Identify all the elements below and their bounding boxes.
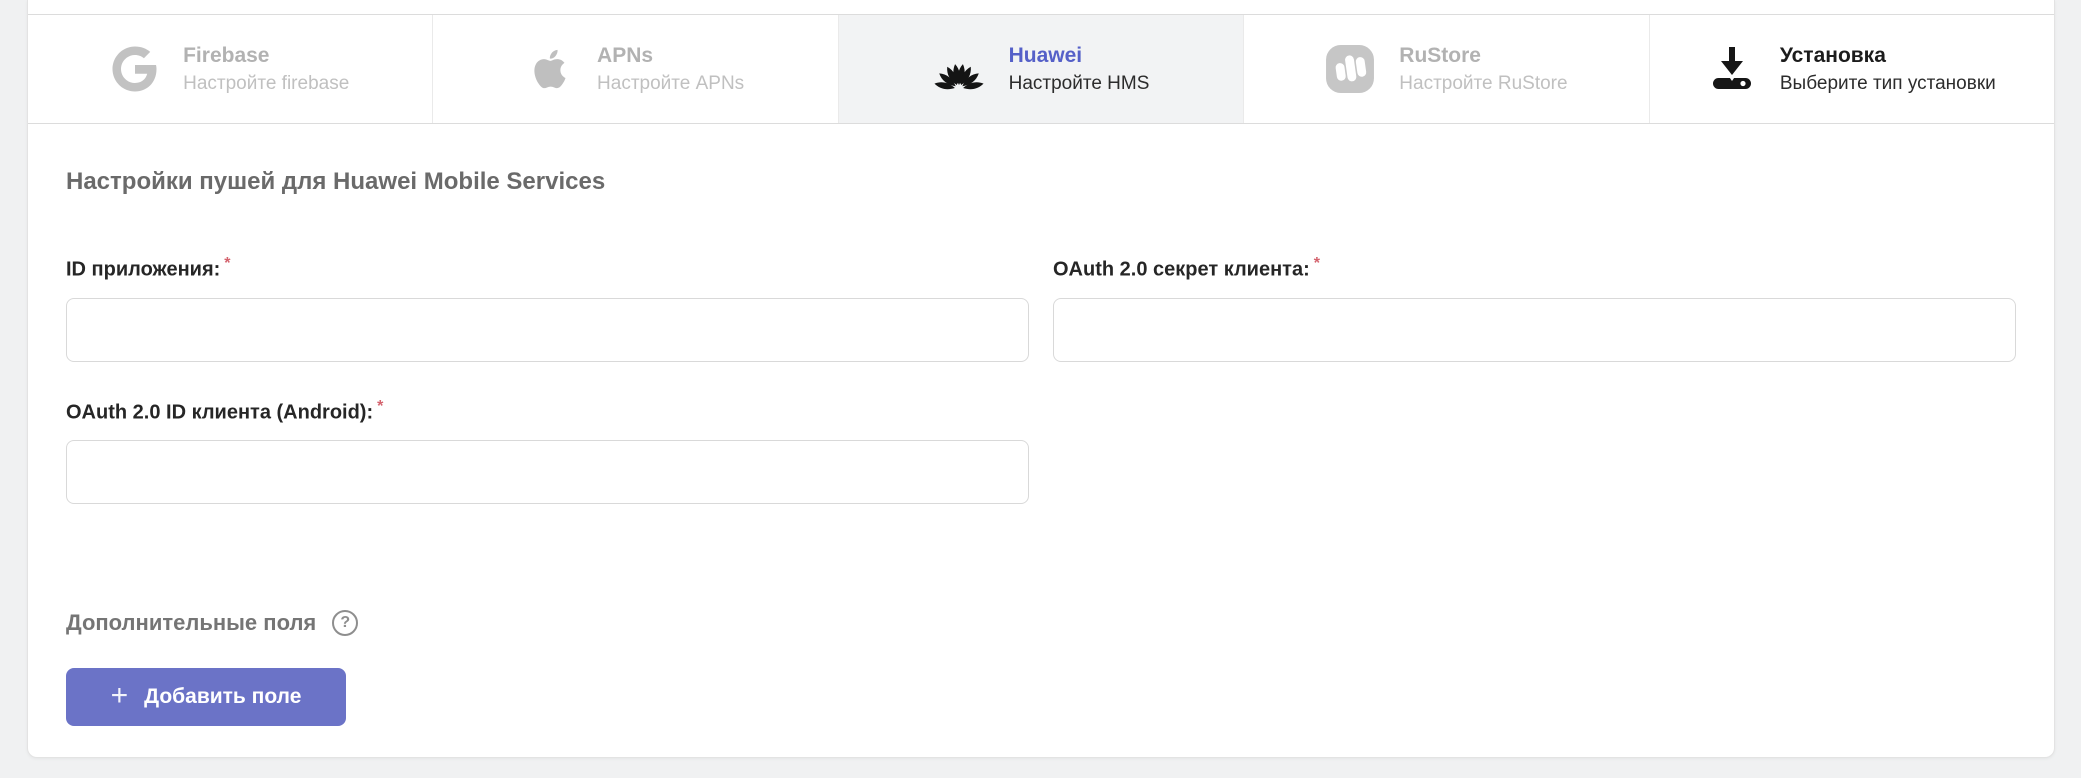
- tab-panel-huawei: Настройки пушей для Huawei Mobile Servic…: [28, 168, 2054, 726]
- extra-fields-title: Дополнительные поля: [66, 610, 316, 636]
- add-field-button[interactable]: + Добавить поле: [66, 668, 346, 726]
- question-circle-icon[interactable]: ?: [332, 610, 358, 636]
- tab-rustore-subtitle: Настройте RuStore: [1399, 72, 1567, 95]
- extra-fields-section: Дополнительные поля ?: [66, 610, 2016, 636]
- oauth-client-id-input[interactable]: [66, 440, 1029, 504]
- required-asterisk: *: [377, 398, 383, 415]
- required-asterisk: *: [224, 255, 230, 272]
- add-field-button-label: Добавить поле: [144, 685, 301, 709]
- tab-firebase[interactable]: Firebase Настройте firebase: [28, 15, 433, 123]
- huawei-logo-icon: [933, 46, 985, 92]
- field-oauth-client-id: OAuth 2.0 ID клиента (Android):*: [66, 395, 1029, 505]
- card-top-strip: [28, 0, 2054, 15]
- rustore-icon: [1325, 44, 1375, 94]
- tab-firebase-subtitle: Настройте firebase: [183, 72, 349, 95]
- page-title: Настройки пушей для Huawei Mobile Servic…: [66, 168, 2016, 196]
- oauth-secret-input[interactable]: [1053, 298, 2016, 362]
- oauth-secret-label: OAuth 2.0 секрет клиента:*: [1053, 252, 2016, 282]
- tab-install-title: Установка: [1780, 43, 1996, 69]
- required-asterisk: *: [1314, 255, 1320, 272]
- field-app-id: ID приложения:*: [66, 252, 1029, 362]
- settings-wizard-card: Firebase Настройте firebase APNs Настрой…: [27, 0, 2055, 758]
- apple-icon: [527, 46, 573, 92]
- wizard-step-tabs: Firebase Настройте firebase APNs Настрой…: [28, 15, 2054, 124]
- app-id-label: ID приложения:*: [66, 252, 1029, 282]
- tab-apns-title: APNs: [597, 43, 744, 69]
- tab-rustore[interactable]: RuStore Настройте RuStore: [1244, 15, 1649, 123]
- tab-install-subtitle: Выберите тип установки: [1780, 72, 1996, 95]
- app-id-input[interactable]: [66, 298, 1029, 362]
- install-download-icon: [1708, 45, 1756, 93]
- field-oauth-secret: OAuth 2.0 секрет клиента:*: [1053, 252, 2016, 362]
- tab-apns[interactable]: APNs Настройте APNs: [433, 15, 838, 123]
- tab-firebase-title: Firebase: [183, 43, 349, 69]
- plus-icon: +: [111, 681, 129, 711]
- tab-apns-subtitle: Настройте APNs: [597, 72, 744, 95]
- tab-install[interactable]: Установка Выберите тип установки: [1650, 15, 2054, 123]
- tab-huawei[interactable]: Huawei Настройте HMS: [839, 15, 1244, 123]
- form-row-1: ID приложения:* OAuth 2.0 секрет клиента…: [66, 252, 2016, 362]
- google-g-icon: [111, 45, 159, 93]
- tab-huawei-title: Huawei: [1009, 43, 1150, 69]
- tab-huawei-subtitle: Настройте HMS: [1009, 72, 1150, 95]
- tab-rustore-title: RuStore: [1399, 43, 1567, 69]
- oauth-client-id-label: OAuth 2.0 ID клиента (Android):*: [66, 395, 1029, 425]
